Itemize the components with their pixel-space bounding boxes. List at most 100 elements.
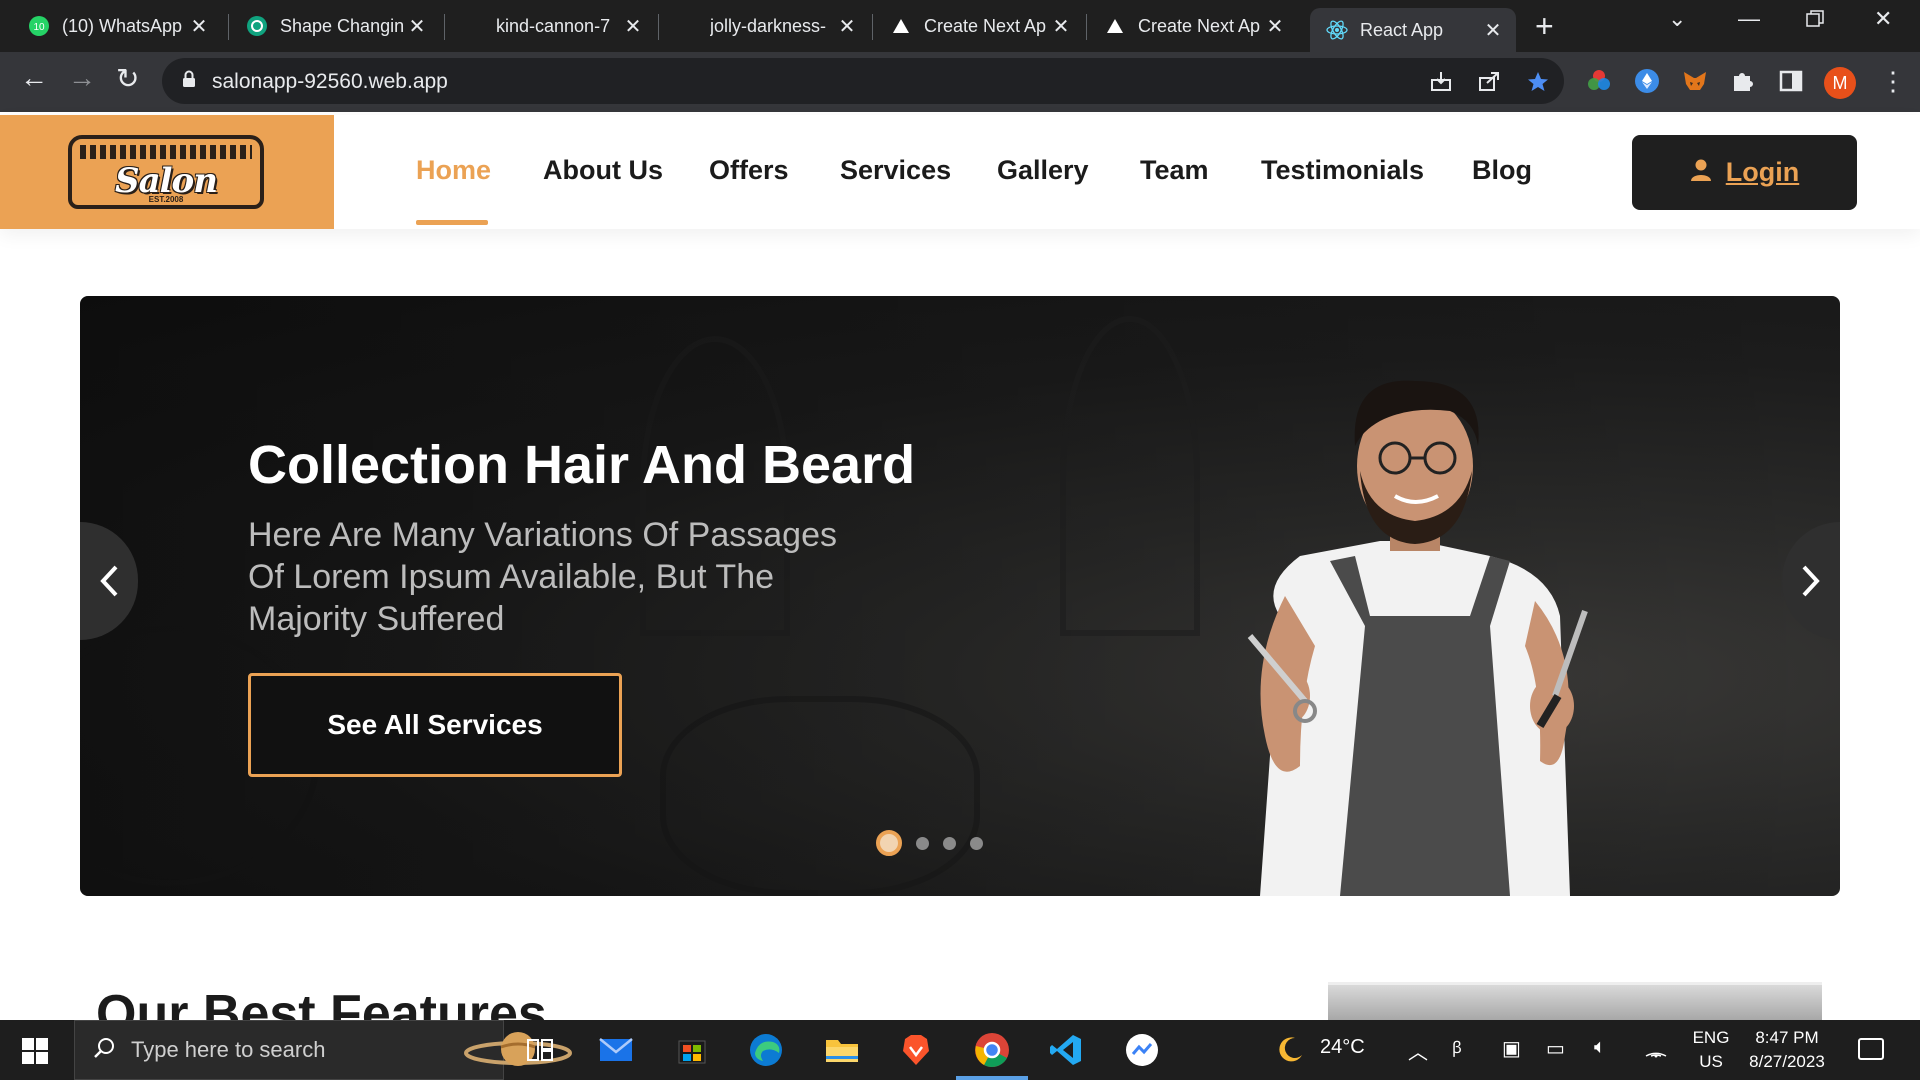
tab-create-next-app-2[interactable]: Create Next Ap ✕: [1088, 8, 1298, 44]
vscode-icon[interactable]: [1048, 1032, 1084, 1068]
volume-icon[interactable]: 🔈︎: [1594, 1036, 1606, 1059]
share-icon[interactable]: [1478, 70, 1500, 97]
user-icon: [1690, 158, 1712, 187]
nav-gallery[interactable]: Gallery: [997, 155, 1089, 186]
slider-pagination: [876, 830, 983, 856]
task-view-icon[interactable]: [522, 1032, 558, 1068]
input-language[interactable]: ENG US: [1690, 1026, 1732, 1074]
close-icon[interactable]: ✕: [1048, 14, 1074, 39]
color-picker-extension-icon[interactable]: [1586, 68, 1612, 94]
tab-divider: [444, 14, 445, 40]
site-header: Salon Shop EST.2008 Home About Us Offers…: [0, 115, 1920, 229]
chevron-right-icon: [1802, 565, 1820, 597]
nav-services[interactable]: Services: [840, 155, 951, 186]
close-icon[interactable]: ✕: [1480, 18, 1506, 43]
nav-home[interactable]: Home: [416, 155, 491, 186]
show-hidden-icons-chevron-icon[interactable]: ︿: [1408, 1036, 1428, 1065]
comb-logo-icon: Salon Shop EST.2008: [68, 135, 264, 209]
tab-title: Shape Changin: [280, 15, 404, 36]
address-bar[interactable]: salonapp-92560.web.app: [162, 58, 1564, 104]
nav-blog[interactable]: Blog: [1472, 155, 1532, 186]
close-icon[interactable]: ✕: [620, 14, 646, 39]
browser-menu-icon[interactable]: ⋮: [1880, 66, 1906, 97]
back-arrow-icon[interactable]: ←: [20, 62, 48, 94]
tab-jolly-darkness[interactable]: jolly-darkness- ✕: [660, 8, 870, 44]
analytics-app-icon[interactable]: [1124, 1032, 1160, 1068]
lock-icon: [182, 70, 196, 93]
nav-about-us[interactable]: About Us: [543, 155, 663, 186]
hero-subtitle: Here Are Many Variations Of Passages Of …: [248, 516, 837, 638]
tab-title: React App: [1360, 19, 1444, 40]
tab-divider: [1086, 14, 1087, 40]
mail-icon[interactable]: [598, 1032, 634, 1068]
site-logo[interactable]: Salon Shop EST.2008: [0, 115, 334, 229]
install-app-icon[interactable]: [1430, 70, 1452, 97]
weather-moon-icon: [1272, 1032, 1308, 1068]
restore-icon[interactable]: [1806, 8, 1824, 34]
extensions-puzzle-icon[interactable]: [1730, 68, 1756, 94]
tab-react-app[interactable]: React App ✕: [1310, 8, 1516, 52]
close-icon[interactable]: ✕: [186, 14, 212, 39]
minimize-icon[interactable]: —: [1738, 6, 1760, 32]
forward-arrow-icon[interactable]: →: [68, 62, 96, 94]
side-panel-icon[interactable]: [1778, 68, 1804, 94]
bluetooth-tray-icon[interactable]: ꞵ: [1452, 1036, 1462, 1058]
tab-title: (10) WhatsApp: [62, 15, 183, 36]
browser-toolbar: ← → ↻ salonapp-92560.web.app M ⋮: [0, 52, 1920, 112]
microsoft-store-icon[interactable]: [674, 1032, 710, 1068]
tab-divider: [228, 14, 229, 40]
meet-now-icon[interactable]: ▣: [1502, 1036, 1521, 1061]
logo-est: EST.2008: [148, 195, 184, 204]
ethereum-extension-icon[interactable]: [1634, 68, 1660, 94]
file-explorer-icon[interactable]: [824, 1032, 860, 1068]
nav-team[interactable]: Team: [1140, 155, 1209, 186]
vercel-triangle-icon: [890, 15, 912, 37]
bookmark-star-icon[interactable]: [1526, 70, 1550, 99]
new-tab-plus-icon[interactable]: +: [1535, 10, 1554, 42]
slider-dot-1[interactable]: [876, 830, 902, 856]
slider-dot-3[interactable]: [943, 836, 956, 850]
lang-code: ENG: [1692, 1028, 1730, 1047]
close-icon[interactable]: ✕: [1262, 14, 1288, 39]
windows-start-icon[interactable]: [22, 1038, 48, 1064]
reload-icon[interactable]: ↻: [116, 62, 139, 95]
clock-date: 8/27/2023: [1749, 1052, 1825, 1071]
active-nav-underline: [416, 220, 488, 225]
close-icon[interactable]: ✕: [834, 14, 860, 39]
window-close-icon[interactable]: ✕: [1874, 6, 1892, 32]
notification-center-icon[interactable]: [1858, 1038, 1884, 1060]
tab-title: kind-cannon-7: [496, 15, 611, 36]
nav-testimonials[interactable]: Testimonials: [1261, 155, 1424, 186]
react-icon: [1326, 19, 1348, 41]
search-placeholder: Type here to search: [131, 1037, 326, 1062]
wifi-icon[interactable]: [1644, 1036, 1668, 1064]
tab-divider: [658, 14, 659, 40]
login-button[interactable]: Login: [1632, 135, 1857, 210]
whatsapp-icon: 10: [28, 15, 50, 37]
tab-create-next-app-1[interactable]: Create Next Ap ✕: [874, 8, 1084, 44]
tab-kind-cannon[interactable]: kind-cannon-7 ✕: [446, 8, 656, 44]
see-all-services-button[interactable]: See All Services: [248, 673, 622, 777]
brave-browser-icon[interactable]: [898, 1032, 934, 1068]
battery-icon[interactable]: ▭: [1546, 1036, 1565, 1061]
tab-shape-changing[interactable]: Shape Changin ✕: [230, 8, 440, 44]
profile-avatar[interactable]: M: [1824, 67, 1856, 99]
tab-whatsapp[interactable]: 10 (10) WhatsApp ✕: [12, 8, 222, 44]
weather-temperature[interactable]: 24°C: [1320, 1036, 1365, 1059]
chrome-browser-icon[interactable]: [974, 1032, 1010, 1068]
metamask-fox-icon[interactable]: [1682, 68, 1708, 94]
system-clock[interactable]: 8:47 PM 8/27/2023: [1742, 1026, 1832, 1074]
slider-dot-2[interactable]: [916, 836, 929, 850]
tab-search-chevron-icon[interactable]: ⌄: [1668, 6, 1686, 32]
tab-divider: [872, 14, 873, 40]
nav-offers[interactable]: Offers: [709, 155, 789, 186]
hero-slider: Collection Hair And Beard Here Are Many …: [80, 296, 1840, 896]
blank-icon: [462, 15, 484, 37]
edge-browser-icon[interactable]: [748, 1032, 784, 1068]
features-image: [1328, 982, 1822, 1022]
url-text[interactable]: salonapp-92560.web.app: [212, 70, 448, 94]
slider-dot-4[interactable]: [970, 836, 983, 850]
close-icon[interactable]: ✕: [404, 14, 430, 39]
taskbar-search-box[interactable]: Type here to search: [74, 1020, 572, 1080]
clock-time: 8:47 PM: [1755, 1028, 1819, 1047]
